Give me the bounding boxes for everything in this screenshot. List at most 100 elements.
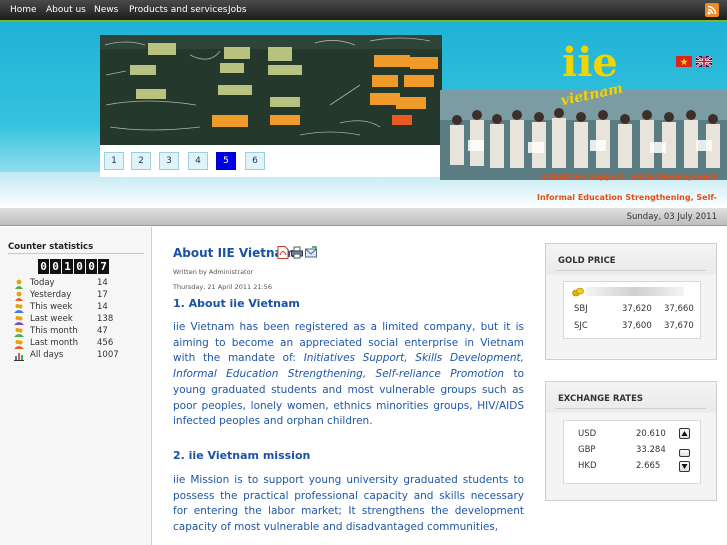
gold-row-sbj: SBJ 37,620 37,660 bbox=[574, 304, 694, 318]
article-author: Written by Administrator bbox=[173, 268, 254, 276]
slide-image-chalkboard bbox=[100, 35, 442, 145]
exchange-rates-table: USD 20.610 GBP 33.284 HKD 2.665 bbox=[563, 420, 701, 484]
page-button-4[interactable]: 4 bbox=[188, 152, 208, 170]
svg-text:iie: iie bbox=[562, 39, 618, 86]
exchange-rates-box: EXCHANGE RATES USD 20.610 GBP 33.284 HKD… bbox=[545, 381, 717, 501]
counter-digit: 0 bbox=[74, 259, 85, 274]
gold-sell: 37,660 bbox=[664, 304, 694, 314]
slider-pager: 1 2 3 4 5 6 bbox=[100, 145, 442, 177]
users-icon bbox=[14, 316, 24, 325]
stat-label: Today bbox=[30, 278, 55, 288]
print-icon[interactable] bbox=[291, 246, 303, 259]
gold-price-table: SBJ 37,620 37,660 SJC 37,600 37,670 bbox=[563, 281, 701, 339]
nav-about-us[interactable]: About us bbox=[46, 5, 86, 15]
arrow-down-icon bbox=[681, 464, 688, 469]
iie-vietnam-logo[interactable]: iie vietnam bbox=[556, 34, 636, 114]
stat-row-last-week: Last week 138 bbox=[14, 314, 134, 326]
stat-label: This week bbox=[30, 302, 73, 312]
article-date: Thursday, 21 April 2011 21:56 bbox=[173, 283, 272, 291]
stat-value: 1007 bbox=[97, 350, 119, 360]
gold-sell: 37,670 bbox=[664, 321, 694, 331]
email-icon[interactable] bbox=[305, 246, 317, 259]
currency-rate: 33.284 bbox=[636, 445, 666, 455]
left-sidebar: Counter statistics 0 0 1 0 0 7 Today 14 … bbox=[0, 227, 152, 545]
paragraph-mission: iie Mission is to support young universi… bbox=[173, 474, 524, 534]
stat-label: Last week bbox=[30, 314, 73, 324]
counter-digit: 0 bbox=[38, 259, 49, 274]
vietnam-flag-icon[interactable] bbox=[676, 56, 692, 67]
currency-rate: 2.665 bbox=[636, 461, 661, 471]
currency-code: USD bbox=[578, 429, 597, 439]
pdf-icon[interactable] bbox=[277, 246, 289, 259]
counter-digit: 1 bbox=[62, 259, 73, 274]
users-icon bbox=[14, 328, 24, 337]
stat-label: All days bbox=[30, 350, 64, 360]
scroll-up-button[interactable] bbox=[679, 428, 690, 439]
stat-value: 138 bbox=[97, 314, 114, 324]
currency-code: HKD bbox=[578, 461, 597, 471]
top-navigation-bar: Home About us News Products and services… bbox=[0, 0, 727, 22]
nav-products-and-services[interactable]: Products and services bbox=[129, 5, 227, 15]
gold-row-sjc: SJC 37,600 37,670 bbox=[574, 321, 694, 335]
header-tagline-2: Informal Education Strengthening, Self- bbox=[536, 193, 717, 202]
stat-row-last-month: Last month 456 bbox=[14, 338, 134, 350]
divider bbox=[8, 253, 144, 254]
uk-flag-icon[interactable] bbox=[695, 55, 713, 68]
counter-title: Counter statistics bbox=[8, 242, 94, 252]
stat-value: 47 bbox=[97, 326, 108, 336]
stat-row-all-days: All days 1007 bbox=[14, 350, 134, 362]
page-button-2[interactable]: 2 bbox=[131, 152, 151, 170]
counter-digit: 7 bbox=[98, 259, 109, 274]
section-heading-mission: 2. iie Vietnam mission bbox=[173, 449, 311, 462]
right-sidebar: GOLD PRICE SBJ 37,620 37,660 SJC 37,600 … bbox=[533, 227, 727, 545]
date-bar: Sunday, 03 July 2011 bbox=[0, 208, 727, 226]
counter-digit: 0 bbox=[86, 259, 97, 274]
gold-buy: 37,600 bbox=[622, 321, 652, 331]
exchange-rates-title: EXCHANGE RATES bbox=[558, 394, 644, 404]
header-tagline-1: Initiatives Support, Skills Development bbox=[540, 172, 717, 181]
loading-bar bbox=[586, 287, 684, 296]
gold-price-title: GOLD PRICE bbox=[558, 256, 616, 266]
stat-label: This month bbox=[30, 326, 78, 336]
rss-icon[interactable] bbox=[705, 3, 719, 17]
section-heading-about: 1. About iie Vietnam bbox=[173, 297, 300, 310]
currency-rate: 20.610 bbox=[636, 429, 666, 439]
stat-row-this-week: This week 14 bbox=[14, 302, 134, 314]
gold-name: SBJ bbox=[574, 304, 588, 314]
image-slider: 1 2 3 4 5 6 bbox=[100, 35, 442, 177]
stat-value: 14 bbox=[97, 278, 108, 288]
user-icon bbox=[15, 291, 23, 301]
nav-home[interactable]: Home bbox=[10, 5, 37, 15]
current-date: Sunday, 03 July 2011 bbox=[626, 212, 717, 222]
currency-code: GBP bbox=[578, 445, 596, 455]
gold-coins-icon bbox=[572, 287, 584, 297]
stat-value: 456 bbox=[97, 338, 114, 348]
paragraph-about: iie Vietnam has been registered as a lim… bbox=[173, 320, 524, 430]
page-button-5[interactable]: 5 bbox=[216, 152, 236, 170]
site-header: 1 2 3 4 5 6 iie vietnam Initiatives Supp… bbox=[0, 22, 727, 208]
nav-jobs[interactable]: Jobs bbox=[228, 5, 247, 15]
rate-row-gbp: GBP 33.284 bbox=[574, 445, 694, 459]
scroll-down-button[interactable] bbox=[679, 461, 690, 472]
divider bbox=[556, 408, 706, 409]
stat-label: Yesterday bbox=[30, 290, 72, 300]
page-button-3[interactable]: 3 bbox=[159, 152, 179, 170]
users-icon bbox=[14, 304, 24, 313]
users-icon bbox=[14, 340, 24, 349]
scroll-thumb[interactable] bbox=[679, 449, 690, 457]
stat-label: Last month bbox=[30, 338, 78, 348]
counter-digit: 0 bbox=[50, 259, 61, 274]
page-button-1[interactable]: 1 bbox=[104, 152, 124, 170]
page-button-6[interactable]: 6 bbox=[245, 152, 265, 170]
bar-chart-icon bbox=[14, 353, 24, 361]
stat-row-this-month: This month 47 bbox=[14, 326, 134, 338]
divider bbox=[556, 270, 706, 271]
arrow-up-icon bbox=[681, 431, 688, 436]
main-content: About IIE Vietnam Written by Administrat… bbox=[153, 227, 533, 545]
nav-news[interactable]: News bbox=[94, 5, 118, 15]
stat-value: 14 bbox=[97, 302, 108, 312]
stat-row-today: Today 14 bbox=[14, 278, 134, 290]
gold-name: SJC bbox=[574, 321, 588, 331]
stat-row-yesterday: Yesterday 17 bbox=[14, 290, 134, 302]
gold-price-box: GOLD PRICE SBJ 37,620 37,660 SJC 37,600 … bbox=[545, 243, 717, 360]
